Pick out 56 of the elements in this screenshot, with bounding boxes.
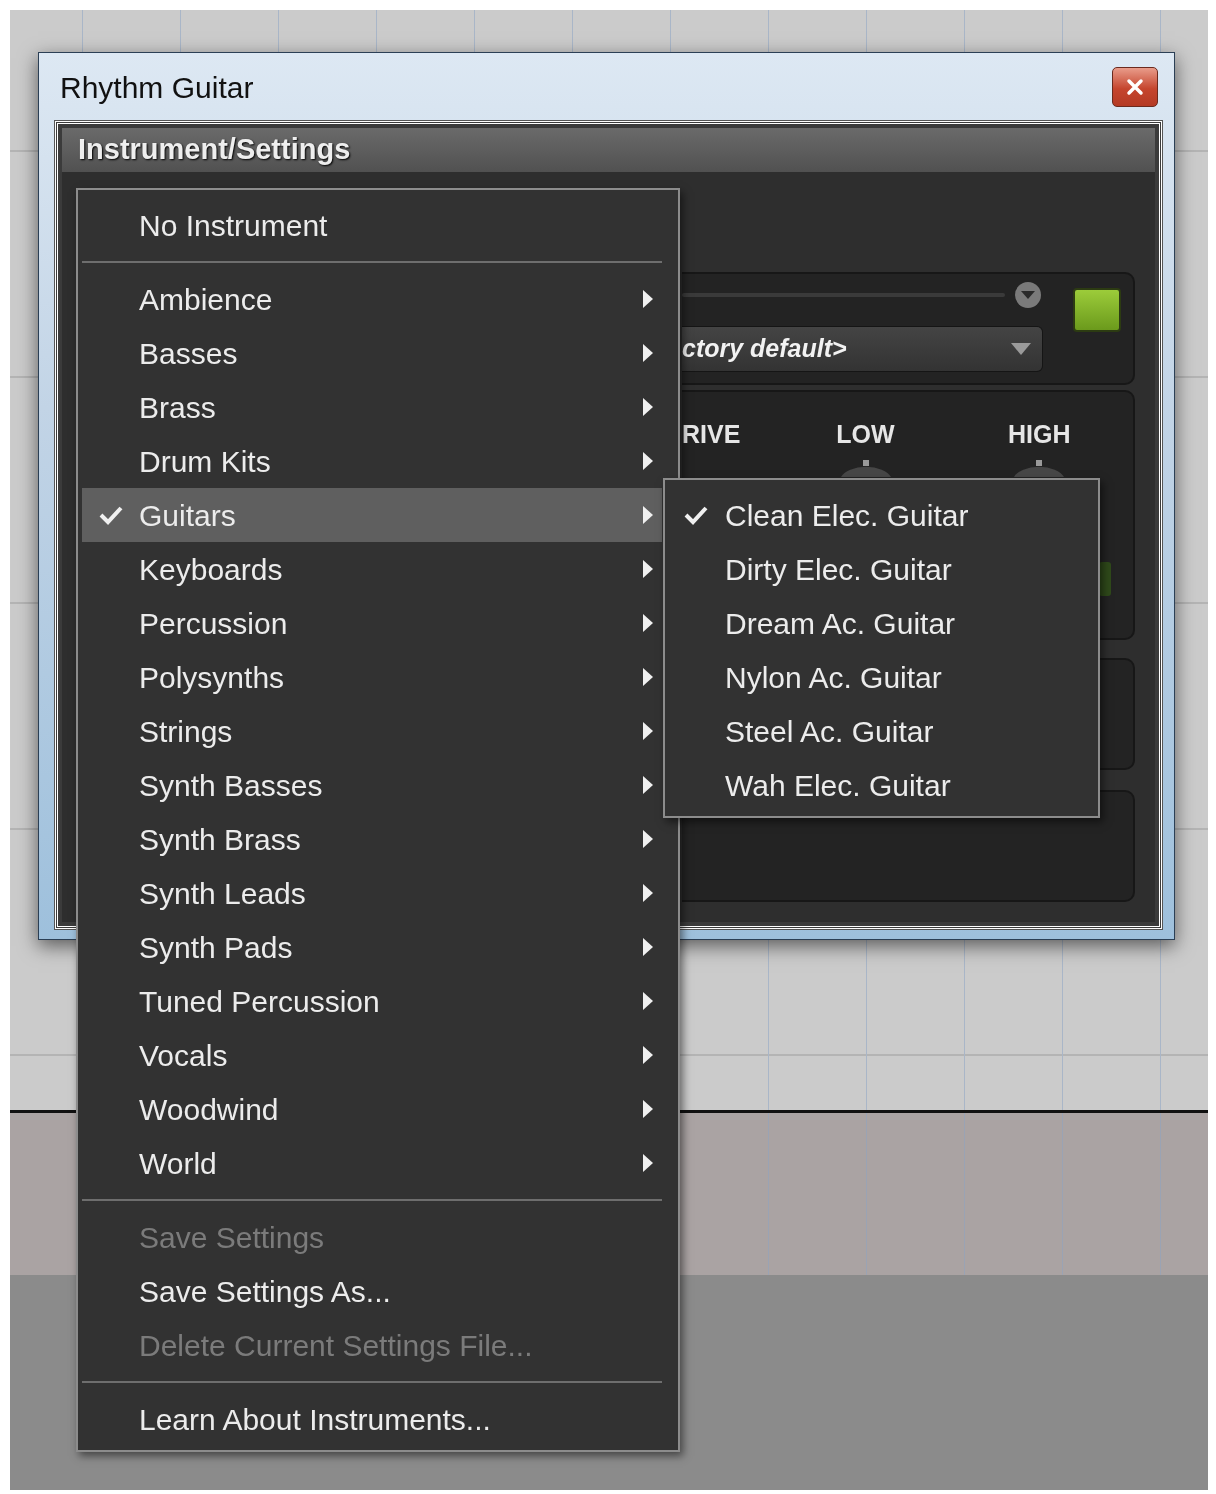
menu-item[interactable]: World: [82, 1136, 662, 1190]
close-icon: [1126, 78, 1144, 96]
submenu-arrow-icon: [642, 667, 654, 687]
menu-item[interactable]: Steel Ac. Guitar: [667, 704, 1092, 758]
submenu-arrow-icon: [642, 1153, 654, 1173]
menu-item[interactable]: Wah Elec. Guitar: [667, 758, 1092, 812]
close-button[interactable]: [1112, 67, 1158, 107]
submenu-arrow-icon: [642, 559, 654, 579]
check-icon: [98, 505, 123, 525]
submenu-arrow-icon: [642, 505, 654, 525]
submenu-arrow-icon: [642, 721, 654, 741]
menu-item[interactable]: Save Settings As...: [82, 1264, 662, 1318]
menu-item[interactable]: Synth Pads: [82, 920, 662, 974]
menu-item[interactable]: Learn About Instruments...: [82, 1392, 662, 1446]
menu-item[interactable]: Dirty Elec. Guitar: [667, 542, 1092, 596]
submenu-arrow-icon: [642, 1045, 654, 1065]
menu-item[interactable]: Vocals: [82, 1028, 662, 1082]
submenu-arrow-icon: [642, 775, 654, 795]
panel-header: Instrument/Settings: [62, 128, 1155, 172]
caret-icon: [1010, 342, 1032, 356]
power-button[interactable]: [1073, 288, 1121, 332]
menu-item[interactable]: Percussion: [82, 596, 662, 650]
menu-item[interactable]: No Instrument: [82, 198, 662, 252]
menu-item[interactable]: Ambience: [82, 272, 662, 326]
knob-label: HIGH: [1007, 419, 1071, 450]
submenu-arrow-icon: [642, 883, 654, 903]
down-circle-icon[interactable]: [1013, 280, 1043, 310]
menu-item[interactable]: Tuned Percussion: [82, 974, 662, 1028]
knob-label: LOW: [836, 419, 895, 450]
submenu-arrow-icon: [642, 289, 654, 309]
menu-item[interactable]: Synth Leads: [82, 866, 662, 920]
preset-dropdown[interactable]: ctory default>: [682, 326, 1043, 372]
menu-item[interactable]: Dream Ac. Guitar: [667, 596, 1092, 650]
menu-item[interactable]: Keyboards: [82, 542, 662, 596]
window-title: Rhythm Guitar: [60, 69, 254, 106]
menu-item[interactable]: Nylon Ac. Guitar: [667, 650, 1092, 704]
submenu-arrow-icon: [642, 991, 654, 1011]
submenu-arrow-icon: [642, 397, 654, 417]
menu-item[interactable]: Strings: [82, 704, 662, 758]
menu-item[interactable]: Brass: [82, 380, 662, 434]
menu-item[interactable]: Drum Kits: [82, 434, 662, 488]
submenu-arrow-icon: [642, 1099, 654, 1119]
menu-item[interactable]: Polysynths: [82, 650, 662, 704]
menu-item[interactable]: Clean Elec. Guitar: [667, 488, 1092, 542]
menu-item[interactable]: Synth Brass: [82, 812, 662, 866]
knob-label: RIVE: [682, 419, 741, 450]
submenu-arrow-icon: [642, 451, 654, 471]
submenu-arrow-icon: [642, 613, 654, 633]
check-icon: [684, 505, 708, 525]
menu-item[interactable]: Woodwind: [82, 1082, 662, 1136]
submenu-arrow-icon: [642, 937, 654, 957]
menu-item[interactable]: Synth Basses: [82, 758, 662, 812]
menu-item[interactable]: Guitars: [82, 488, 662, 542]
submenu-arrow-icon: [642, 343, 654, 363]
submenu-arrow-icon: [642, 829, 654, 849]
menu-item[interactable]: Basses: [82, 326, 662, 380]
